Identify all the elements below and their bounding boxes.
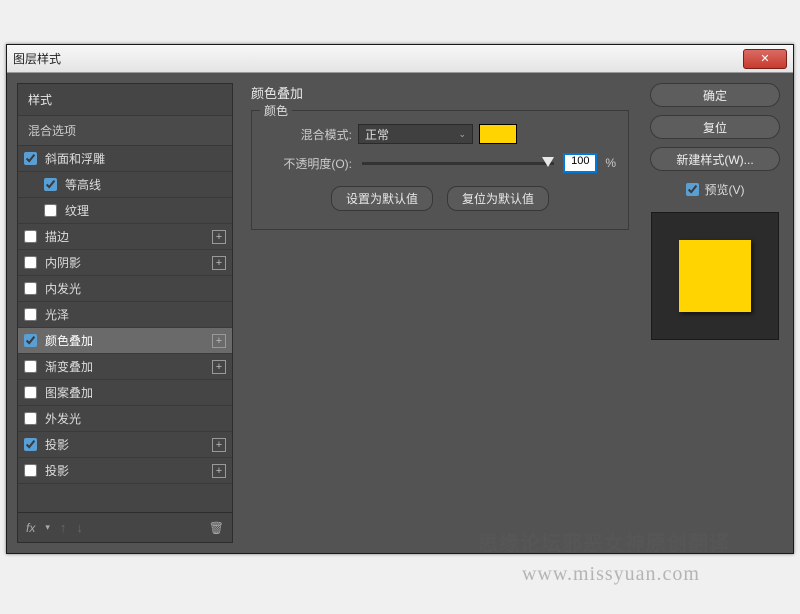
reset-button[interactable]: 复位: [650, 115, 780, 139]
style-checkbox[interactable]: [24, 412, 37, 425]
style-checkbox[interactable]: [24, 334, 37, 347]
style-row-10[interactable]: 外发光: [18, 406, 232, 432]
style-row-12[interactable]: 投影+: [18, 458, 232, 484]
opacity-row: 不透明度(O): 100 %: [264, 154, 616, 172]
style-row-11[interactable]: 投影+: [18, 432, 232, 458]
style-checkbox[interactable]: [24, 152, 37, 165]
set-default-button[interactable]: 设置为默认值: [331, 186, 433, 211]
trash-icon[interactable]: 🗑: [209, 521, 224, 535]
add-effect-icon[interactable]: +: [212, 334, 226, 348]
panel-title: 颜色叠加: [251, 83, 629, 102]
style-label: 内发光: [45, 280, 226, 297]
watermark-text-2: www.missyuan.com: [522, 563, 700, 586]
style-row-0[interactable]: 斜面和浮雕: [18, 146, 232, 172]
style-row-9[interactable]: 图案叠加: [18, 380, 232, 406]
ok-button[interactable]: 确定: [650, 83, 780, 107]
style-label: 光泽: [45, 306, 226, 323]
style-label: 颜色叠加: [45, 332, 212, 349]
preview-label: 预览(V): [705, 181, 745, 198]
blend-mode-select[interactable]: 正常 ⌄: [358, 124, 473, 144]
opacity-label: 不透明度(O):: [264, 155, 352, 172]
style-row-7[interactable]: 颜色叠加+: [18, 328, 232, 354]
styles-sidebar: 样式 混合选项 斜面和浮雕等高线纹理描边+内阴影+内发光光泽颜色叠加+渐变叠加+…: [17, 83, 233, 543]
color-swatch[interactable]: [479, 124, 517, 144]
style-row-1[interactable]: 等高线: [18, 172, 232, 198]
new-style-button[interactable]: 新建样式(W)...: [650, 147, 780, 171]
dialog-body: 样式 混合选项 斜面和浮雕等高线纹理描边+内阴影+内发光光泽颜色叠加+渐变叠加+…: [7, 73, 793, 553]
watermark-text-1: 思缘论坛邪恶女神原创翻译: [478, 527, 730, 556]
opacity-input[interactable]: 100: [564, 154, 596, 172]
close-button[interactable]: ✕: [743, 49, 787, 69]
style-label: 内阴影: [45, 254, 212, 271]
add-effect-icon[interactable]: +: [212, 464, 226, 478]
style-label: 投影: [45, 436, 212, 453]
layer-style-dialog: 图层样式 ✕ 样式 混合选项 斜面和浮雕等高线纹理描边+内阴影+内发光光泽颜色叠…: [6, 44, 794, 554]
add-effect-icon[interactable]: +: [212, 256, 226, 270]
add-effect-icon[interactable]: +: [212, 230, 226, 244]
style-checkbox[interactable]: [24, 438, 37, 451]
style-label: 纹理: [65, 202, 226, 219]
reset-default-button[interactable]: 复位为默认值: [447, 186, 549, 211]
preview-box: [651, 212, 779, 340]
slider-thumb-icon[interactable]: [542, 157, 554, 167]
titlebar: 图层样式 ✕: [7, 45, 793, 73]
percent-label: %: [605, 156, 616, 170]
style-checkbox[interactable]: [44, 204, 57, 217]
style-checkbox[interactable]: [44, 178, 57, 191]
style-checkbox[interactable]: [24, 230, 37, 243]
style-row-8[interactable]: 渐变叠加+: [18, 354, 232, 380]
style-row-3[interactable]: 描边+: [18, 224, 232, 250]
preview-square: [679, 240, 751, 312]
fx-icon[interactable]: fx: [26, 521, 35, 535]
style-row-6[interactable]: 光泽: [18, 302, 232, 328]
style-row-4[interactable]: 内阴影+: [18, 250, 232, 276]
style-checkbox[interactable]: [24, 308, 37, 321]
style-label: 斜面和浮雕: [45, 150, 226, 167]
style-label: 外发光: [45, 410, 226, 427]
style-row-2[interactable]: 纹理: [18, 198, 232, 224]
add-effect-icon[interactable]: +: [212, 438, 226, 452]
arrow-up-icon[interactable]: ↑: [60, 520, 67, 535]
chevron-down-icon: ⌄: [458, 129, 466, 140]
style-checkbox[interactable]: [24, 464, 37, 477]
close-icon: ✕: [760, 52, 769, 65]
style-checkbox[interactable]: [24, 360, 37, 373]
arrow-down-icon[interactable]: ↓: [76, 520, 83, 535]
style-label: 投影: [45, 462, 212, 479]
preview-toggle-row: 预览(V): [686, 181, 745, 198]
sidebar-header: 样式: [18, 84, 232, 116]
style-label: 描边: [45, 228, 212, 245]
blend-mode-label: 混合模式:: [264, 126, 352, 143]
style-label: 渐变叠加: [45, 358, 212, 375]
color-group: 颜色 混合模式: 正常 ⌄ 不透明度(O): 100 %: [251, 110, 629, 230]
window-title: 图层样式: [13, 50, 61, 67]
sidebar-footer: fx ▾ ↑ ↓ 🗑: [18, 512, 232, 542]
opacity-slider[interactable]: [362, 162, 554, 165]
settings-panel: 颜色叠加 颜色 混合模式: 正常 ⌄ 不透明度(O):: [243, 83, 637, 543]
style-checkbox[interactable]: [24, 386, 37, 399]
sidebar-blend-options[interactable]: 混合选项: [18, 116, 232, 146]
style-label: 等高线: [65, 176, 226, 193]
style-list: 斜面和浮雕等高线纹理描边+内阴影+内发光光泽颜色叠加+渐变叠加+图案叠加外发光投…: [18, 146, 232, 484]
right-panel: 确定 复位 新建样式(W)... 预览(V): [647, 83, 783, 543]
style-row-5[interactable]: 内发光: [18, 276, 232, 302]
blend-mode-row: 混合模式: 正常 ⌄: [264, 124, 616, 144]
group-label: 颜色: [260, 102, 292, 119]
style-checkbox[interactable]: [24, 256, 37, 269]
preview-checkbox[interactable]: [686, 183, 699, 196]
fx-menu-icon[interactable]: ▾: [45, 522, 50, 533]
default-buttons: 设置为默认值 复位为默认值: [264, 186, 616, 211]
style-label: 图案叠加: [45, 384, 226, 401]
style-checkbox[interactable]: [24, 282, 37, 295]
blend-mode-value: 正常: [365, 126, 389, 143]
add-effect-icon[interactable]: +: [212, 360, 226, 374]
